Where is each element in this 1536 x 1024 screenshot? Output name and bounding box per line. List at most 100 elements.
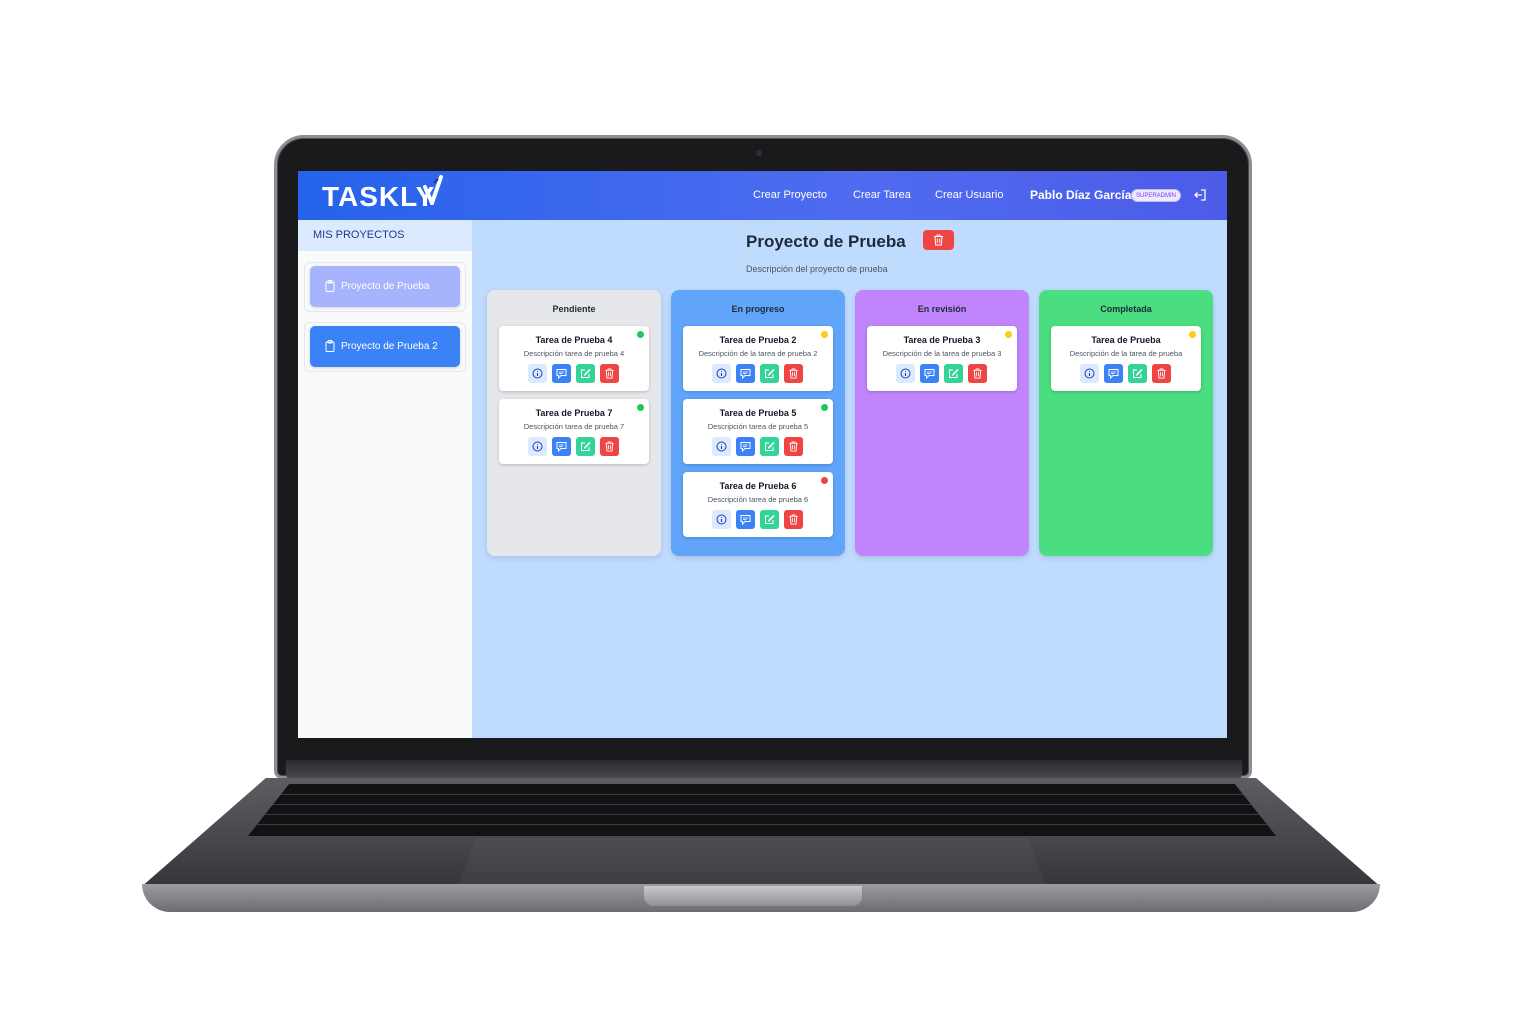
task-card[interactable]: Tarea de Prueba 3 Descripción de la tarea… <box>867 326 1017 391</box>
nav-crear-tarea[interactable]: Crear Tarea <box>853 189 911 201</box>
nav-crear-usuario[interactable]: Crear Usuario <box>935 189 1003 201</box>
trash-icon <box>605 441 614 452</box>
column-title: Completada <box>1100 304 1152 314</box>
task-info-button[interactable] <box>712 364 731 383</box>
app-screen: TASKLY Crear Proyecto Crear Tarea Crear … <box>298 171 1227 738</box>
sidebar-header: MIS PROYECTOS <box>298 220 472 251</box>
project-description: Descripción del proyecto de prueba <box>746 264 888 274</box>
edit-icon <box>949 368 959 378</box>
project-item-proyecto-de-prueba-2[interactable]: Proyecto de Prueba 2 <box>310 326 460 367</box>
trash-icon <box>789 441 798 452</box>
edit-icon <box>581 441 591 451</box>
column-completada: Completada Tarea de Prueba Descripción de … <box>1039 290 1213 556</box>
task-info-button[interactable] <box>528 437 547 456</box>
task-info-button[interactable] <box>712 437 731 456</box>
task-edit-button[interactable] <box>576 437 595 456</box>
info-icon <box>716 368 727 379</box>
task-comments-button[interactable] <box>552 437 571 456</box>
task-delete-button[interactable] <box>784 437 803 456</box>
column-title: En progreso <box>731 304 785 314</box>
task-actions <box>1080 364 1173 383</box>
task-delete-button[interactable] <box>600 364 619 383</box>
task-edit-button[interactable] <box>944 364 963 383</box>
project-title: Proyecto de Prueba <box>746 232 906 251</box>
info-icon <box>1084 368 1095 379</box>
laptop-mockup: TASKLY Crear Proyecto Crear Tarea Crear … <box>0 0 1536 1024</box>
info-icon <box>900 368 911 379</box>
task-comments-button[interactable] <box>920 364 939 383</box>
nav-crear-proyecto[interactable]: Crear Proyecto <box>753 189 827 201</box>
task-info-button[interactable] <box>1080 364 1099 383</box>
task-description: Descripción tarea de prueba 6 <box>707 495 809 504</box>
laptop-notch <box>644 886 862 906</box>
trash-icon <box>973 368 982 379</box>
task-card[interactable]: Tarea de Prueba 6 Descripción tarea de pr… <box>683 472 833 537</box>
column-title: Pendiente <box>552 304 596 314</box>
task-description: Descripción de la tarea de prueba 3 <box>882 349 1002 358</box>
task-comments-button[interactable] <box>736 364 755 383</box>
task-delete-button[interactable] <box>968 364 987 383</box>
info-icon <box>532 368 543 379</box>
task-delete-button[interactable] <box>1152 364 1171 383</box>
trash-icon <box>789 368 798 379</box>
logo-check-icon <box>423 175 443 205</box>
app-logo[interactable]: TASKLY <box>322 181 435 213</box>
task-info-button[interactable] <box>896 364 915 383</box>
task-description: Descripción tarea de prueba 4 <box>523 349 625 358</box>
project-item-proyecto-de-prueba[interactable]: Proyecto de Prueba <box>310 266 460 307</box>
logout-icon[interactable] <box>1193 188 1207 202</box>
task-edit-button[interactable] <box>760 437 779 456</box>
task-delete-button[interactable] <box>784 364 803 383</box>
task-card[interactable]: Tarea de Prueba Descripción de la tarea d… <box>1051 326 1201 391</box>
user-name: Pablo Díaz García <box>1030 188 1132 202</box>
task-comments-button[interactable] <box>552 364 571 383</box>
task-title: Tarea de Prueba 3 <box>903 335 981 345</box>
task-delete-button[interactable] <box>784 510 803 529</box>
comment-icon <box>740 515 751 525</box>
task-title: Tarea de Prueba 2 <box>719 335 797 345</box>
trash-icon <box>1157 368 1166 379</box>
task-title: Tarea de Prueba 7 <box>535 408 613 418</box>
comment-icon <box>740 369 751 379</box>
task-actions <box>896 364 989 383</box>
trash-icon <box>789 514 798 525</box>
edit-icon <box>765 368 775 378</box>
delete-project-button[interactable] <box>923 230 954 250</box>
clipboard-icon <box>325 280 335 292</box>
task-title: Tarea de Prueba 6 <box>719 481 797 491</box>
task-description: Descripción de la tarea de prueba <box>1069 349 1183 358</box>
task-card[interactable]: Tarea de Prueba 2 Descripción de la tarea… <box>683 326 833 391</box>
sidebar-title: MIS PROYECTOS <box>313 229 405 241</box>
edit-icon <box>1133 368 1143 378</box>
task-comments-button[interactable] <box>1104 364 1123 383</box>
task-edit-button[interactable] <box>1128 364 1147 383</box>
task-comments-button[interactable] <box>736 437 755 456</box>
comment-icon <box>1108 369 1119 379</box>
laptop-hinge <box>286 760 1242 780</box>
task-card[interactable]: Tarea de Prueba 7 Descripción tarea de pr… <box>499 399 649 464</box>
task-info-button[interactable] <box>528 364 547 383</box>
task-actions <box>528 437 621 456</box>
task-edit-button[interactable] <box>760 364 779 383</box>
sidebar: MIS PROYECTOS Proyecto de Prueba Proyect… <box>298 220 472 738</box>
info-icon <box>716 514 727 525</box>
task-delete-button[interactable] <box>600 437 619 456</box>
task-description: Descripción tarea de prueba 7 <box>523 422 625 431</box>
project-item-label: Proyecto de Prueba <box>341 281 430 292</box>
task-title: Tarea de Prueba 4 <box>535 335 613 345</box>
task-actions <box>528 364 621 383</box>
comment-icon <box>740 442 751 452</box>
column-en-progreso: En progreso Tarea de Prueba 2 Descripción … <box>671 290 845 556</box>
task-edit-button[interactable] <box>760 510 779 529</box>
task-card[interactable]: Tarea de Prueba 4 Descripción tarea de pr… <box>499 326 649 391</box>
column-title: En revisión <box>917 304 967 314</box>
task-edit-button[interactable] <box>576 364 595 383</box>
task-actions <box>712 364 805 383</box>
task-comments-button[interactable] <box>736 510 755 529</box>
task-info-button[interactable] <box>712 510 731 529</box>
trash-icon <box>934 234 943 246</box>
role-badge: SUPERADMIN <box>1131 189 1182 202</box>
top-bar: TASKLY Crear Proyecto Crear Tarea Crear … <box>298 171 1227 220</box>
column-en-revision: En revisión Tarea de Prueba 3 Descripción … <box>855 290 1029 556</box>
task-card[interactable]: Tarea de Prueba 5 Descripción tarea de pr… <box>683 399 833 464</box>
